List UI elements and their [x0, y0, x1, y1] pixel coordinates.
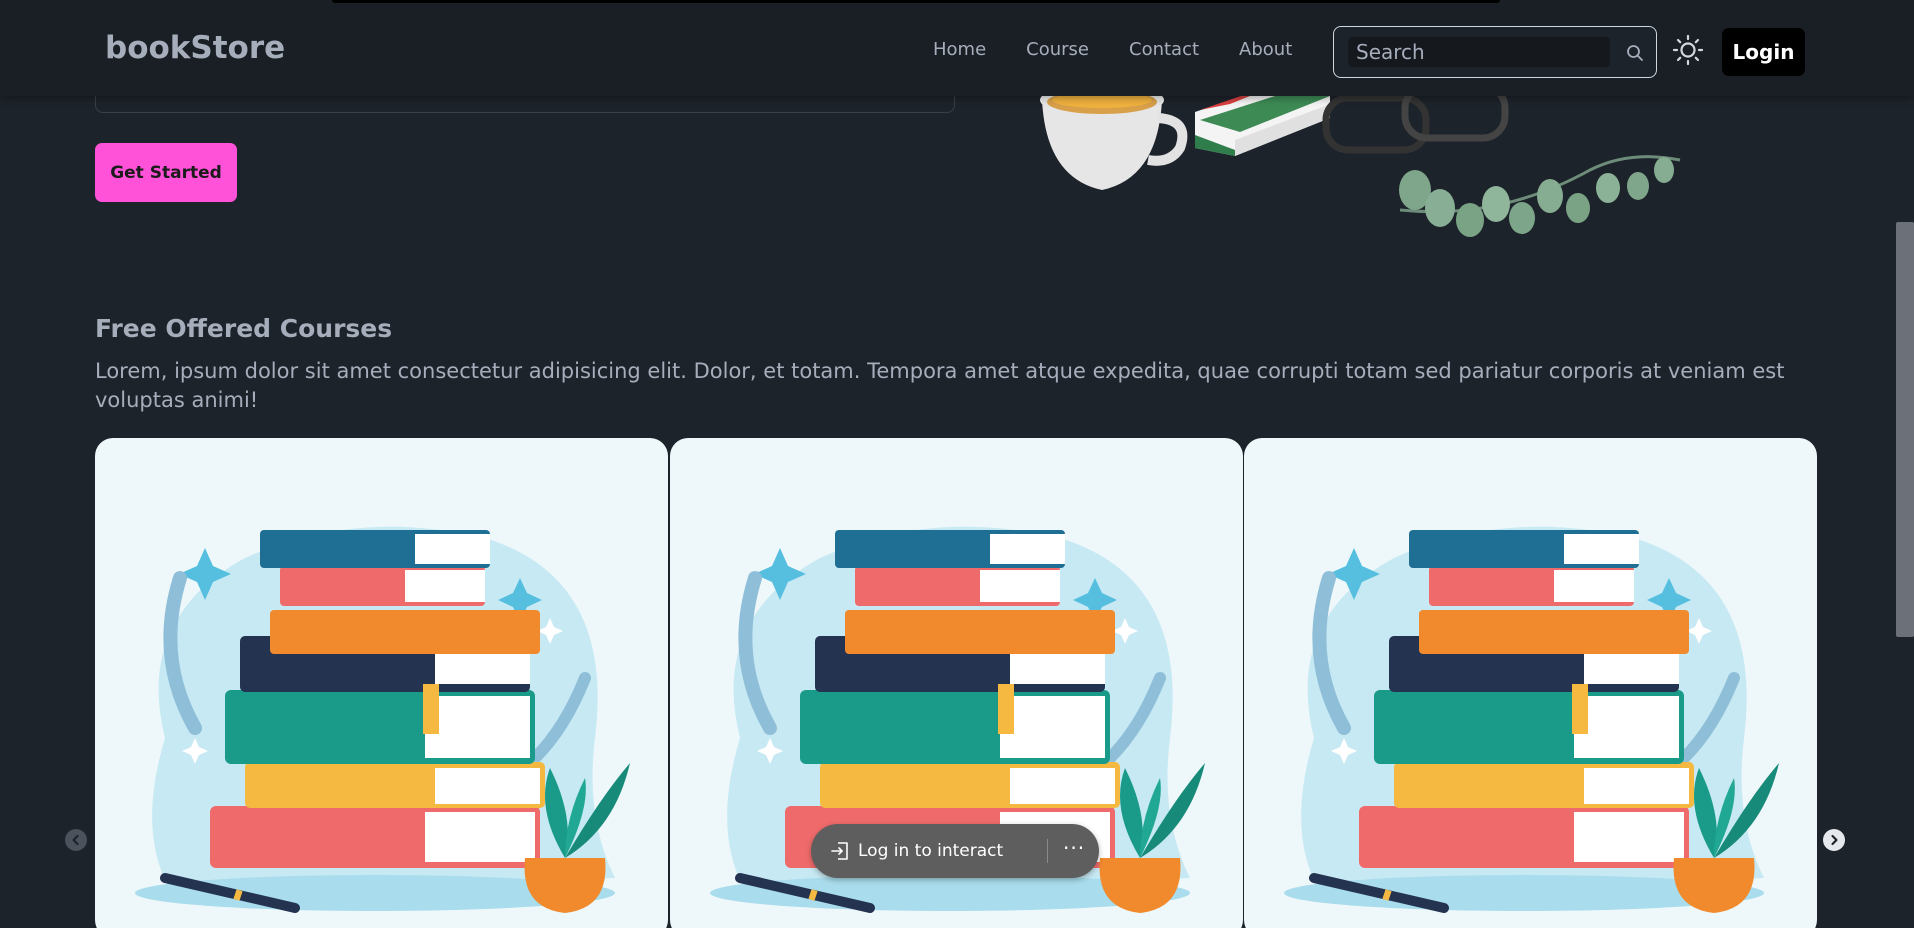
books-illustration — [1284, 526, 1779, 913]
nav-link-home[interactable]: Home — [933, 39, 986, 60]
browser-top-edge — [332, 0, 1500, 3]
nav-link-about[interactable]: About — [1239, 39, 1292, 60]
search-icon[interactable] — [1625, 43, 1645, 63]
get-started-button[interactable]: Get Started — [95, 143, 237, 202]
toast-label[interactable]: Log in to interact — [858, 841, 1003, 861]
slider-next-button[interactable] — [1823, 829, 1845, 851]
course-card[interactable] — [1244, 438, 1817, 928]
sign-in-icon — [831, 842, 848, 860]
chevron-right-icon — [1831, 834, 1838, 846]
page: Get Started bookStore Home Course Contac… — [0, 0, 1914, 928]
nav-link-contact[interactable]: Contact — [1129, 39, 1199, 60]
nav-link-course[interactable]: Course — [1026, 39, 1089, 60]
login-button[interactable]: Login — [1722, 28, 1805, 76]
course-card[interactable] — [95, 438, 668, 928]
sun-icon[interactable] — [1672, 34, 1704, 66]
scrollbar-thumb[interactable] — [1896, 222, 1914, 637]
section-title: Free Offered Courses — [95, 314, 393, 343]
login-to-interact-toast[interactable]: Log in to interact ··· — [811, 824, 1099, 878]
toast-divider — [1047, 839, 1048, 863]
section-description: Lorem, ipsum dolor sit amet consectetur … — [95, 359, 1785, 412]
navbar: bookStore Home Course Contact About Sear… — [0, 0, 1914, 96]
slider-prev-button[interactable] — [65, 829, 87, 851]
chevron-left-icon — [72, 834, 79, 846]
search-input[interactable] — [1348, 37, 1610, 67]
search-box — [1333, 26, 1657, 78]
nav-links: Home Course Contact About — [933, 39, 1332, 60]
brand-logo[interactable]: bookStore — [105, 30, 285, 66]
books-illustration — [135, 526, 630, 913]
more-options-icon[interactable]: ··· — [1063, 836, 1085, 860]
